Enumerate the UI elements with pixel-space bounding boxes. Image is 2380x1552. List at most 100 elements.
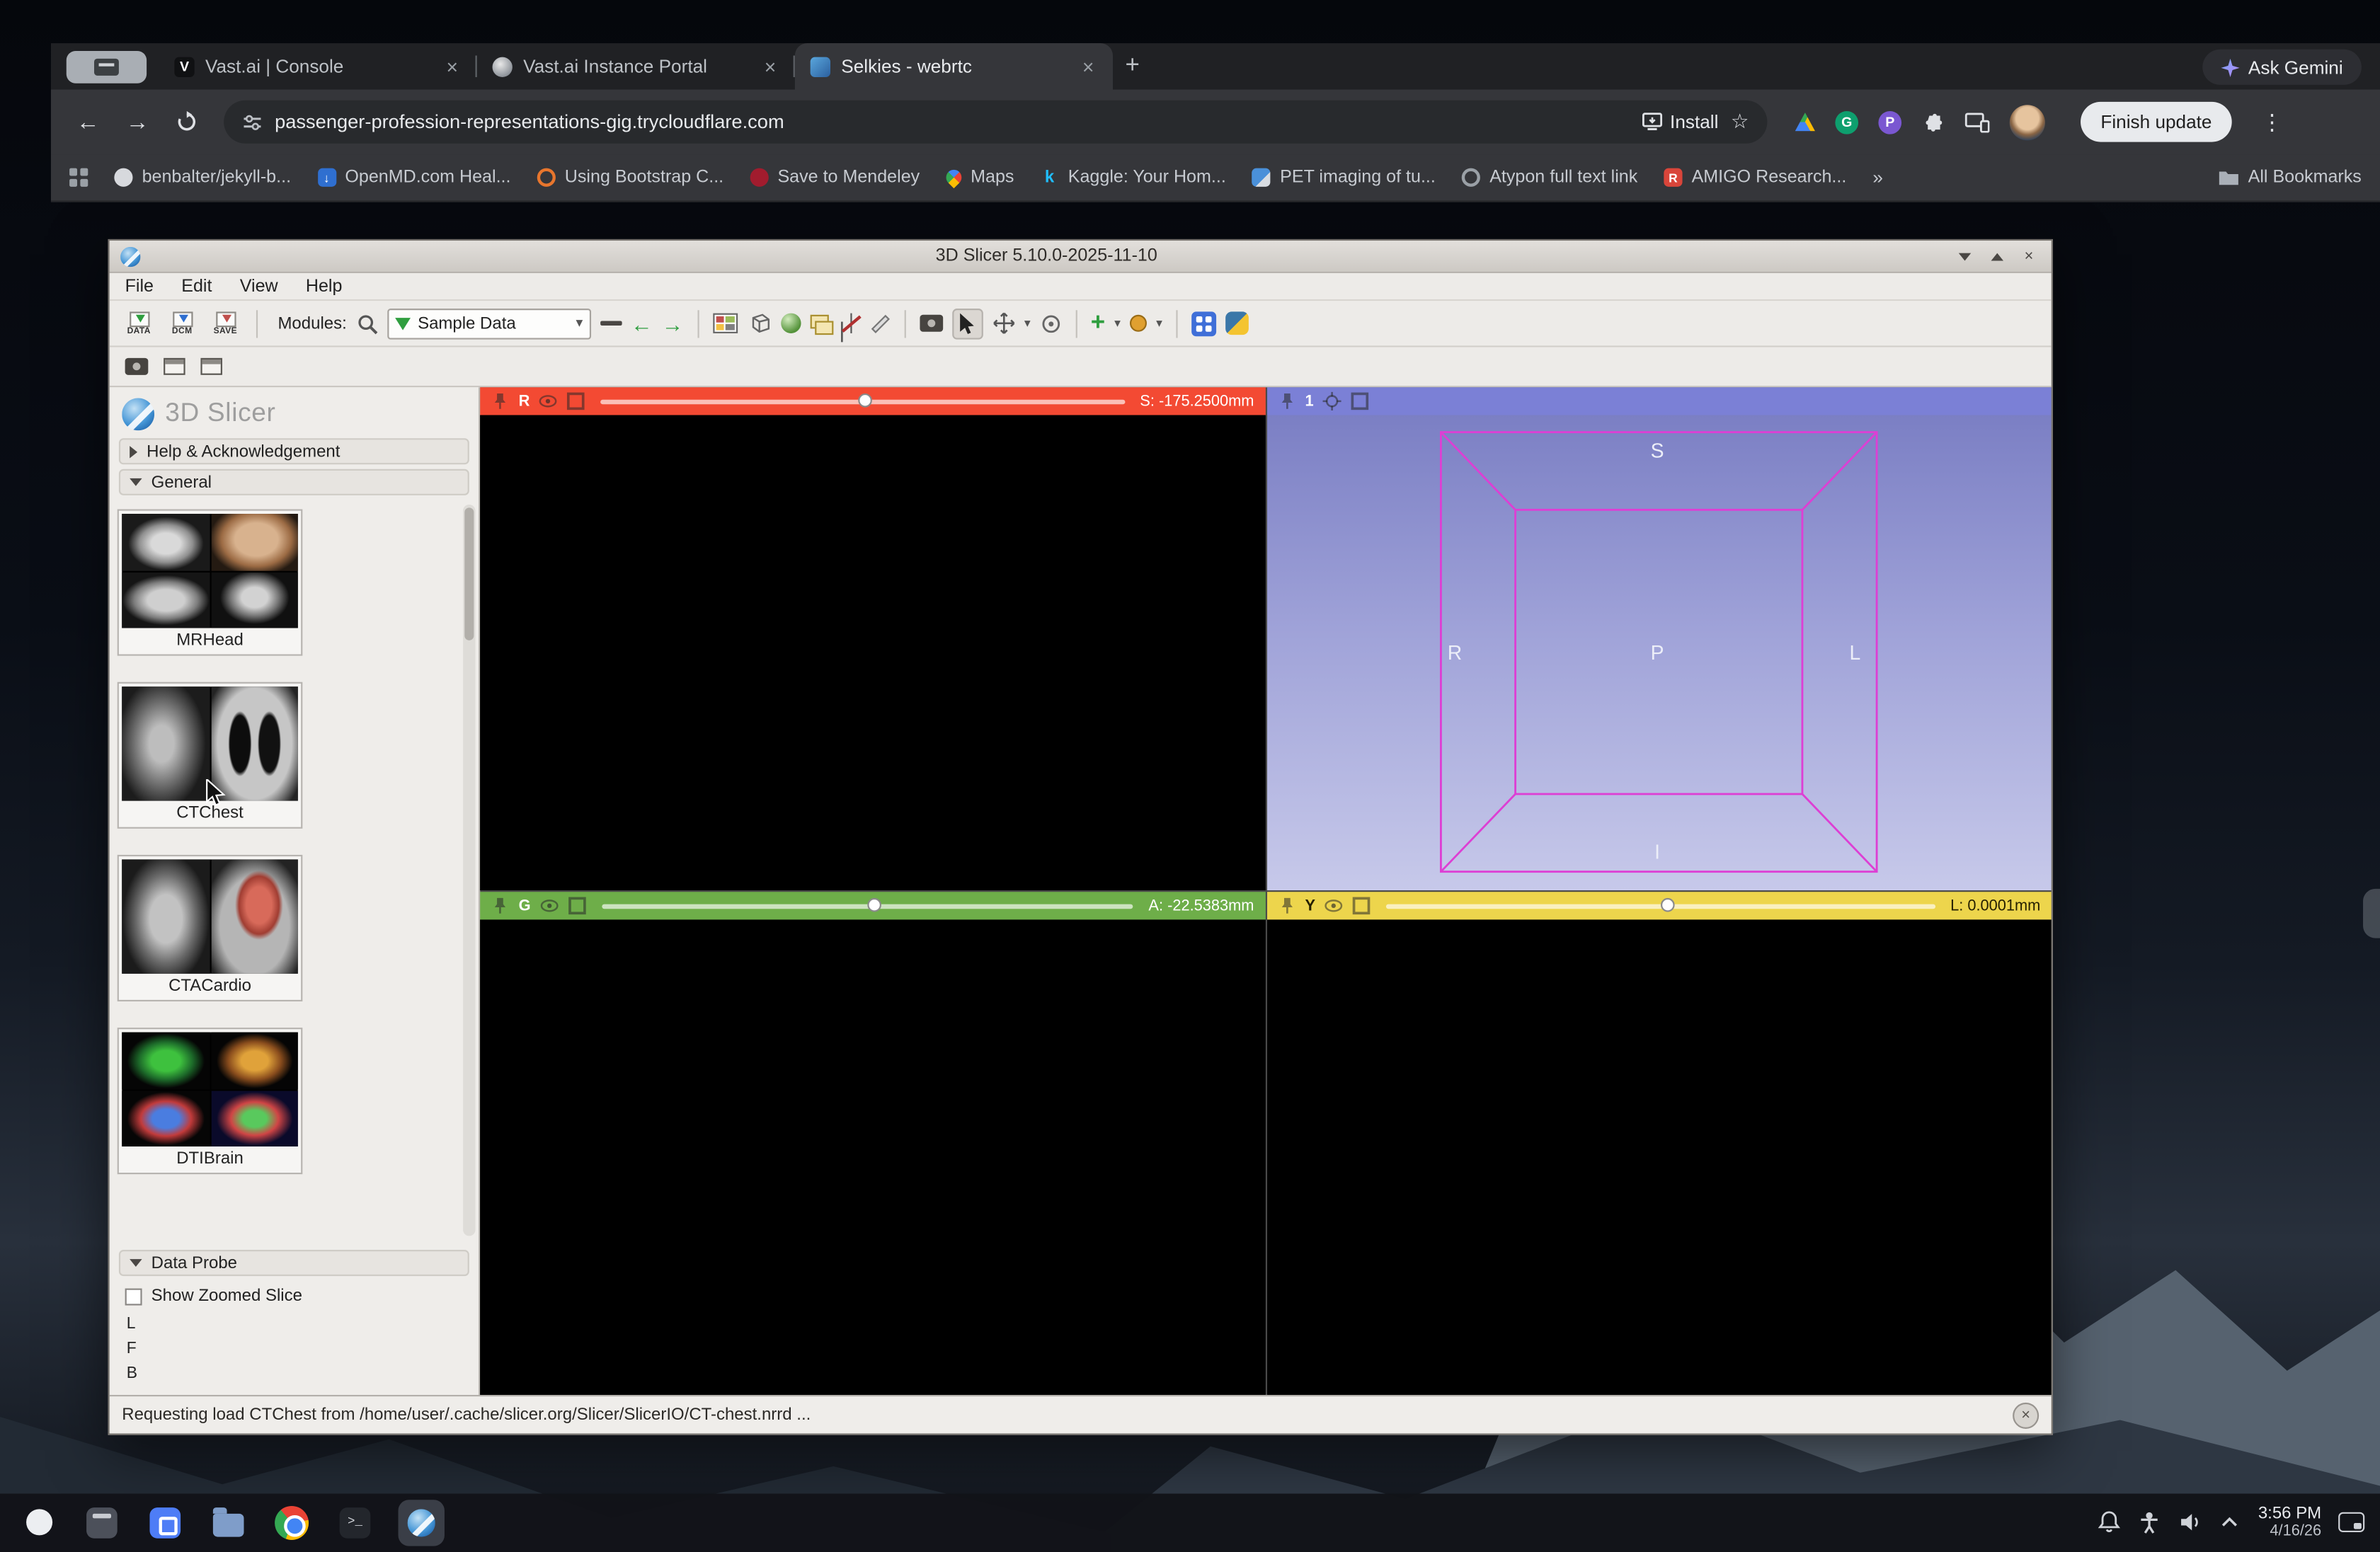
reload-button[interactable]	[165, 100, 208, 144]
sample-ctacardio[interactable]: CTACardio	[117, 854, 303, 1002]
dicom-button[interactable]: DCM	[165, 311, 199, 335]
add-markup-caret-icon[interactable]: ▾	[1114, 316, 1121, 330]
slice-intersection-icon[interactable]	[809, 314, 833, 335]
bookmark-item[interactable]: Atypon full text link	[1461, 168, 1637, 187]
help-acknowledgement-section[interactable]: Help & Acknowledgement	[118, 438, 469, 465]
scene-view-add-button[interactable]	[164, 357, 185, 375]
browser-menu-icon[interactable]: ⋮	[2261, 109, 2283, 135]
ruler-icon[interactable]	[870, 314, 890, 333]
bookmark-item[interactable]: PET imaging of tu...	[1252, 168, 1436, 187]
pin-icon[interactable]	[491, 897, 509, 915]
visibility-eye-icon[interactable]	[540, 897, 559, 915]
screen-capture-icon[interactable]	[919, 314, 943, 332]
tab-close-icon[interactable]: ×	[440, 54, 464, 78]
extensions-puzzle-icon[interactable]	[1921, 110, 1945, 134]
menu-view[interactable]: View	[240, 277, 278, 295]
markups-caret-icon[interactable]: ▾	[1156, 316, 1162, 330]
menu-file[interactable]: File	[125, 277, 154, 295]
crosshair-toggle-icon[interactable]	[840, 313, 860, 333]
green-slider-handle[interactable]	[867, 897, 881, 912]
bookmark-item[interactable]: Maps	[942, 166, 1014, 189]
tab-vast-portal[interactable]: Vast.ai Instance Portal ×	[477, 43, 795, 89]
chrome-app-icon[interactable]	[272, 1502, 312, 1543]
module-forward-button[interactable]: →	[662, 313, 684, 335]
red-slice-slider[interactable]	[600, 393, 1125, 408]
bookmark-star-icon[interactable]: ☆	[1731, 110, 1749, 134]
notifications-icon[interactable]	[2098, 1511, 2121, 1534]
bookmark-item[interactable]: R AMIGO Research...	[1664, 168, 1846, 187]
tab-selkies[interactable]: Selkies - webrtc ×	[794, 43, 1113, 90]
module-back-button[interactable]: ←	[631, 313, 653, 335]
accessibility-icon[interactable]	[2138, 1511, 2161, 1534]
slicer-titlebar[interactable]: 3D Slicer 5.10.0-2025-11-10 ×	[109, 241, 2052, 273]
grammarly-icon[interactable]: G	[1835, 110, 1859, 134]
menu-edit[interactable]: Edit	[181, 277, 212, 295]
pin-icon[interactable]	[1277, 392, 1295, 410]
ask-gemini-button[interactable]: Ask Gemini	[2202, 49, 2362, 85]
window-level-icon[interactable]	[780, 313, 801, 333]
screenshot-button[interactable]	[125, 357, 149, 375]
panel-scrollbar[interactable]	[463, 504, 476, 1236]
bookmark-item[interactable]: benbalter/jekyll-b...	[114, 168, 291, 187]
tab-close-icon[interactable]: ×	[1076, 54, 1101, 78]
data-probe-section[interactable]: Data Probe	[118, 1250, 469, 1277]
center-view-crosshair-icon[interactable]	[1322, 391, 1341, 410]
new-tab-button[interactable]: +	[1125, 52, 1139, 80]
send-to-device-icon[interactable]	[1964, 112, 1990, 132]
apps-grid-icon[interactable]	[69, 168, 88, 187]
add-markup-button[interactable]: +	[1091, 310, 1105, 335]
system-tray[interactable]: 3:56 PM 4/16/26	[2098, 1504, 2365, 1541]
window-shade-button[interactable]	[1952, 246, 1976, 266]
profile-avatar[interactable]	[2009, 104, 2045, 140]
markups-icon[interactable]	[1130, 314, 1147, 332]
site-info-icon[interactable]	[242, 112, 262, 132]
bookmark-item[interactable]: ↓ OpenMD.com Heal...	[317, 168, 510, 187]
address-bar[interactable]: passenger-profession-representations-gig…	[224, 100, 1768, 144]
window-close-button[interactable]: ×	[2018, 246, 2041, 266]
yellow-slider-handle[interactable]	[1660, 897, 1675, 912]
red-slider-handle[interactable]	[857, 393, 871, 408]
module-selector-combobox[interactable]: Sample Data ▾	[387, 307, 591, 339]
save-button[interactable]: SAVE	[208, 311, 242, 335]
pointer-tool-button[interactable]	[951, 307, 983, 339]
module-search-icon[interactable]	[356, 313, 378, 335]
bookmarks-overflow-chevron[interactable]: »	[1872, 166, 1883, 188]
red-slice-canvas[interactable]	[480, 415, 1265, 891]
extensions-manager-button[interactable]	[1191, 311, 1217, 336]
sample-mrhead[interactable]: MRHead	[117, 509, 303, 656]
finish-update-button[interactable]: Finish update	[2081, 101, 2232, 142]
general-section[interactable]: General	[118, 469, 469, 495]
forward-button[interactable]: →	[116, 100, 159, 144]
tab-close-icon[interactable]: ×	[758, 54, 783, 78]
window-manager-app-icon[interactable]	[82, 1502, 122, 1543]
tray-expand-chevron-icon[interactable]	[2218, 1511, 2241, 1534]
slicer-app-icon-active[interactable]	[398, 1499, 445, 1546]
tab-vast-console[interactable]: V Vast.ai | Console ×	[159, 43, 477, 89]
launcher-button[interactable]	[18, 1502, 59, 1543]
maximize-view-icon[interactable]	[1352, 897, 1371, 915]
pin-icon[interactable]	[1277, 897, 1295, 915]
panel-scrollbar-thumb[interactable]	[464, 507, 474, 640]
sample-dtibrain[interactable]: DTIBrain	[117, 1028, 303, 1175]
green-slice-slider[interactable]	[601, 897, 1133, 912]
visibility-eye-icon[interactable]	[539, 392, 557, 410]
yellow-slice-canvas[interactable]	[1266, 919, 2052, 1395]
menu-help[interactable]: Help	[306, 277, 343, 295]
bookmark-item[interactable]: Save to Mendeley	[750, 168, 920, 187]
drive-icon[interactable]	[1795, 113, 1816, 132]
maximize-view-icon[interactable]	[1351, 392, 1369, 410]
tab-search-button[interactable]	[66, 50, 147, 84]
threed-canvas[interactable]: S R P L I	[1266, 415, 2052, 891]
notification-panel-icon[interactable]	[2338, 1512, 2365, 1533]
volume-icon[interactable]	[2178, 1511, 2201, 1534]
maximize-view-icon[interactable]	[568, 897, 586, 915]
bookmark-item[interactable]: Using Bootstrap C...	[537, 168, 723, 187]
layout-selector-button[interactable]	[712, 313, 738, 333]
pin-icon[interactable]	[491, 392, 509, 410]
paperpile-icon[interactable]: P	[1878, 110, 1902, 134]
side-panel-handle[interactable]	[2363, 888, 2380, 938]
load-data-button[interactable]: DATA	[122, 311, 156, 335]
all-bookmarks-button[interactable]: All Bookmarks	[2217, 168, 2362, 187]
back-button[interactable]: ←	[67, 100, 110, 144]
place-point-icon[interactable]	[1040, 313, 1062, 335]
